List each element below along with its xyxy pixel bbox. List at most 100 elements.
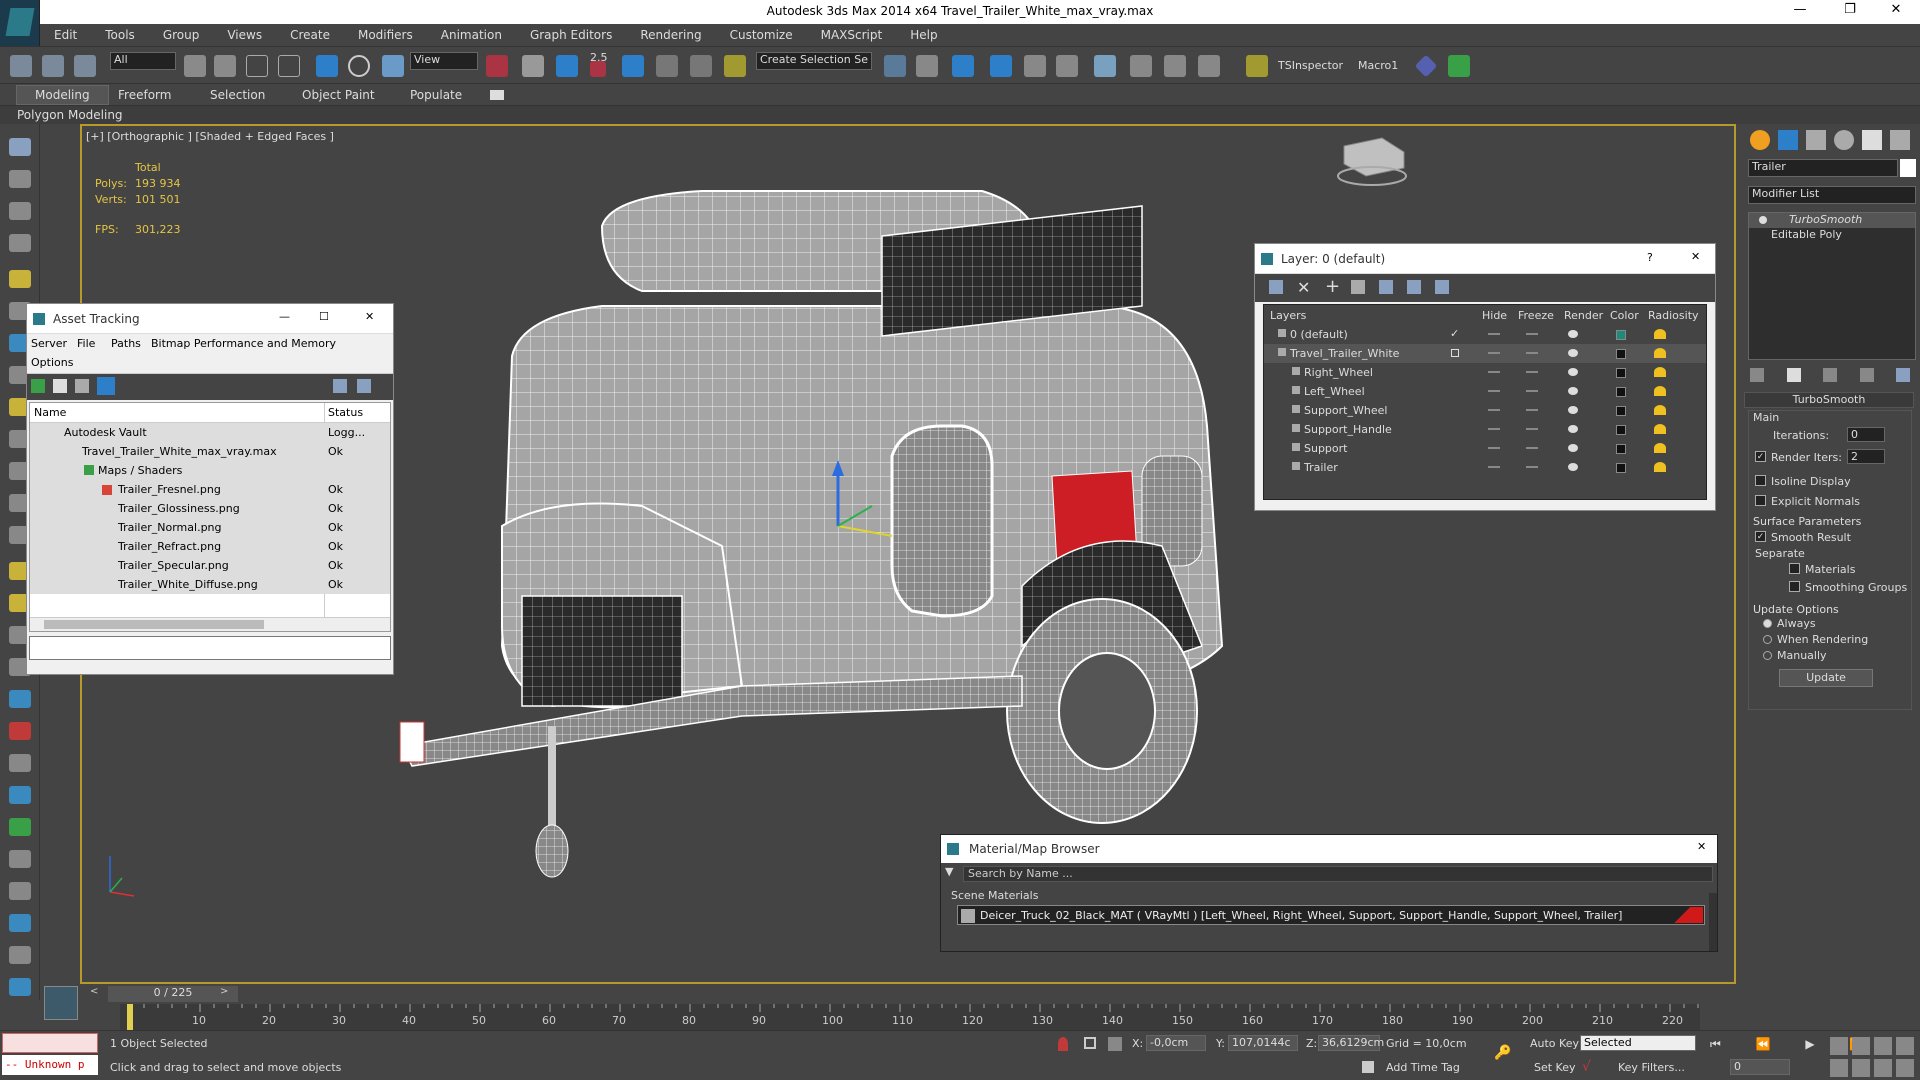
close-button[interactable]: ✕ [1876,2,1916,22]
layer-color-swatch[interactable] [1616,444,1626,454]
restore-button[interactable]: ❐ [1830,2,1870,22]
motion-tab-icon[interactable] [1834,130,1854,150]
asset-tracking-titlebar[interactable]: Asset Tracking — ☐ ✕ [27,304,393,334]
minimize-icon[interactable]: — [279,310,290,323]
paint-icon[interactable] [9,722,31,740]
render-setup-icon[interactable] [1130,55,1152,77]
render-production-icon[interactable] [1198,55,1220,77]
select-rotate-icon[interactable] [348,55,370,77]
list-view-icon[interactable] [53,379,67,393]
play-icon[interactable]: ▶ [1805,1037,1814,1053]
x-coord-field[interactable]: -0,0cm [1146,1035,1206,1051]
thumb-view-icon[interactable] [75,379,89,393]
ref-coord-dropdown[interactable]: View [410,52,478,70]
layer-row[interactable]: 0 (default) ✓ [1264,325,1706,344]
mirror-icon[interactable] [884,55,906,77]
zoom-extents-all-icon[interactable] [1896,1037,1914,1055]
grid-icon[interactable] [1448,55,1470,77]
rect-selection-icon[interactable] [246,55,268,77]
pin-stack-icon[interactable] [1750,368,1764,382]
list-icon[interactable] [9,202,31,220]
absolute-mode-icon[interactable] [1108,1037,1122,1051]
close-icon[interactable]: ✕ [1691,250,1700,263]
collapse-icon[interactable]: ▼ [945,865,957,879]
modify-icon[interactable] [9,946,31,964]
isoline-checkbox[interactable] [1755,475,1766,486]
tab-populate[interactable]: Populate [410,88,462,102]
utilities-tab-icon[interactable] [1890,130,1910,150]
turbosmooth-rollout-header[interactable]: TurboSmooth [1744,392,1914,408]
hide-toggle[interactable] [1488,371,1500,373]
freeze-toggle[interactable] [1526,371,1538,373]
set-key-icon[interactable]: √ [1582,1059,1598,1075]
settings-icon[interactable] [357,379,371,393]
layer-manager-titlebar[interactable]: Layer: 0 (default) ? ✕ [1255,244,1715,274]
layer-row[interactable]: Support [1264,439,1706,458]
layers-icon[interactable] [9,234,31,252]
render-teapot-icon[interactable] [1568,368,1578,376]
radiosity-icon[interactable] [1654,462,1666,472]
render-teapot-icon[interactable] [1568,406,1578,414]
object-color-swatch[interactable] [1900,159,1916,177]
hierarchy-icon[interactable] [9,754,31,772]
render-teapot-icon[interactable] [1568,330,1578,338]
freeze-toggle[interactable] [1526,409,1538,411]
table-row[interactable]: Trailer_Normal.png Ok [30,518,390,537]
render-teapot-icon[interactable] [1568,463,1578,471]
add-to-layer-icon[interactable]: + [1325,276,1340,297]
schematic-view-icon[interactable] [1056,55,1078,77]
col-status[interactable]: Status [328,406,363,419]
freeze-toggle[interactable] [1526,428,1538,430]
select-manipulate-icon[interactable] [522,55,544,77]
next-frame-arrow[interactable]: > [220,986,232,1000]
layer-row[interactable]: Travel_Trailer_White [1264,344,1706,363]
zoom-all-icon[interactable] [1852,1037,1870,1055]
explicit-normals-checkbox[interactable] [1755,495,1766,506]
mini-curve-editor-icon[interactable] [44,986,78,1020]
select-by-name-icon[interactable] [214,55,236,77]
render-teapot-icon[interactable] [1568,387,1578,395]
render-icon[interactable] [9,170,31,188]
teapot-icon[interactable] [9,138,31,156]
zoom-extents-icon[interactable] [1874,1037,1892,1055]
go-to-start-icon[interactable]: ⏮ [1710,1037,1721,1053]
hide-toggle[interactable] [1488,409,1500,411]
layer-row[interactable]: Support_Handle [1264,420,1706,439]
link-icon[interactable] [10,55,32,77]
unlink-icon[interactable] [42,55,64,77]
materials-checkbox[interactable] [1789,563,1800,574]
render-frame-icon[interactable] [1164,55,1186,77]
material-search-input[interactable]: Search by Name ... [963,866,1713,882]
layer-color-swatch[interactable] [1616,330,1626,340]
highlight-icon[interactable] [1379,280,1393,294]
make-unique-icon[interactable] [1823,368,1837,382]
bind-spacewarp-icon[interactable] [74,55,96,77]
curve-editor-icon[interactable] [1024,55,1046,77]
time-slider[interactable]: < 0 / 225 > [80,984,1736,1004]
stack-item-turbosmooth[interactable]: TurboSmooth [1749,213,1915,228]
table-row[interactable]: Autodesk Vault Logg... [30,423,390,442]
maximize-viewport-icon[interactable] [1896,1059,1914,1077]
tab-selection[interactable]: Selection [210,88,265,102]
camera-icon[interactable] [9,690,31,708]
layer-color-swatch[interactable] [1616,349,1626,359]
ribbon-options-icon[interactable] [490,90,504,100]
layer-color-swatch[interactable] [1616,463,1626,473]
tsinspector-label[interactable]: TSInspector [1278,59,1343,72]
app-logo-icon[interactable] [0,0,40,46]
layer-color-swatch[interactable] [1616,368,1626,378]
freeze-toggle[interactable] [1526,390,1538,392]
radiosity-icon[interactable] [1654,367,1666,377]
always-radio[interactable] [1763,619,1772,628]
show-end-result-icon[interactable] [1786,368,1801,382]
edit-named-selection-icon[interactable] [724,55,746,77]
table-row[interactable]: Trailer_Fresnel.png Ok [30,480,390,499]
when-rendering-radio[interactable] [1763,635,1772,644]
hide-toggle[interactable] [1488,390,1500,392]
plant-icon[interactable] [9,818,31,836]
menu-graph-editors[interactable]: Graph Editors [516,28,626,42]
menu-maxscript[interactable]: MAXScript [807,28,897,42]
spinner-snap-icon[interactable] [690,55,712,77]
menu-animation[interactable]: Animation [427,28,516,42]
menu-help[interactable]: Help [896,28,951,42]
